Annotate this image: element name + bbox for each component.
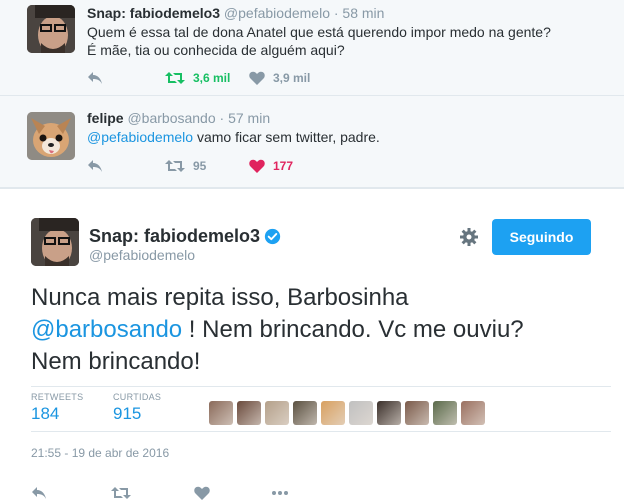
avatar[interactable] xyxy=(27,112,75,160)
mention-link[interactable]: @barbosando xyxy=(31,316,182,343)
main-tweet: Snap: fabiodemelo3 @pefabiodemelo Seguin… xyxy=(0,188,624,501)
retweet-icon xyxy=(165,160,185,172)
heart-icon xyxy=(194,486,210,500)
liker-avatar[interactable] xyxy=(321,401,345,425)
tweet-timestamp[interactable]: 21:55 - 19 de abr de 2016 xyxy=(31,446,169,460)
reply-icon xyxy=(88,160,102,172)
reply-icon xyxy=(32,487,46,499)
liker-avatar[interactable] xyxy=(377,401,401,425)
author-handle[interactable]: @barbosando xyxy=(127,110,215,126)
tweet-time[interactable]: · 57 min xyxy=(220,110,271,126)
retweets-label: RETWEETS xyxy=(31,392,84,402)
mention-link[interactable]: @pefabiodemelo xyxy=(87,129,193,145)
retweets-value: 184 xyxy=(31,404,60,423)
retweet-count: 3,6 mil xyxy=(193,71,231,85)
reply-button[interactable] xyxy=(87,156,103,176)
avatar-image xyxy=(31,218,79,266)
author-name[interactable]: Snap: fabiodemelo3 xyxy=(87,5,220,21)
liker-avatar[interactable] xyxy=(293,401,317,425)
tweet-text-line: Quem é essa tal de dona Anatel que está … xyxy=(87,24,551,40)
heart-icon xyxy=(249,159,265,173)
like-button[interactable]: 3,9 mil xyxy=(249,68,310,88)
tweet-header: felipe @barbosando · 57 min xyxy=(87,110,270,126)
heart-icon xyxy=(249,71,265,85)
liker-avatar[interactable] xyxy=(349,401,373,425)
avatar-image xyxy=(27,5,75,53)
retweet-button[interactable]: 3,6 mil xyxy=(165,68,230,88)
reply-icon xyxy=(88,72,102,84)
reply-button[interactable] xyxy=(87,68,103,88)
retweet-button[interactable]: 95 xyxy=(165,156,206,176)
likers-avatars xyxy=(209,401,485,425)
liker-avatar[interactable] xyxy=(237,401,261,425)
author-handle[interactable]: @pefabiodemelo xyxy=(224,5,330,21)
tweet-text-line: @barbosando ! Nem brincando. Vc me ouviu… xyxy=(31,314,611,346)
author-name[interactable]: Snap: fabiodemelo3 xyxy=(89,226,260,247)
tweet-text: @pefabiodemelo vamo ficar sem twitter, p… xyxy=(87,128,380,146)
author-name-row: Snap: fabiodemelo3 xyxy=(89,226,281,247)
author-name[interactable]: felipe xyxy=(87,110,124,126)
author-handle[interactable]: @pefabiodemelo xyxy=(89,247,195,263)
tweet-actions xyxy=(31,483,331,503)
reply-tweet-2[interactable]: felipe @barbosando · 57 min @pefabiodeme… xyxy=(0,96,624,188)
liker-avatar[interactable] xyxy=(405,401,429,425)
tweet-text-line: É mãe, tia ou conhecida de alguém aqui? xyxy=(87,42,345,58)
reply-button[interactable] xyxy=(31,483,47,503)
avatar[interactable] xyxy=(27,5,75,53)
liker-avatar[interactable] xyxy=(265,401,289,425)
retweet-count: 95 xyxy=(193,159,207,173)
tweet-header: Snap: fabiodemelo3 @pefabiodemelo · 58 m… xyxy=(87,5,384,21)
liker-avatar[interactable] xyxy=(461,401,485,425)
likes-value: 915 xyxy=(113,404,142,423)
tweet-text-rest: vamo ficar sem twitter, padre. xyxy=(193,129,380,145)
retweet-icon xyxy=(165,72,185,84)
liker-avatar[interactable] xyxy=(433,401,457,425)
tweet-text-line: Nem brincando! xyxy=(31,348,201,375)
tweet-text-line: Nunca mais repita isso, Barbosinha xyxy=(31,284,409,311)
tweet-actions: 95 177 xyxy=(87,156,387,176)
reply-tweet-1[interactable]: Snap: fabiodemelo3 @pefabiodemelo · 58 m… xyxy=(0,0,624,96)
like-button[interactable]: 177 xyxy=(249,156,293,176)
settings-button[interactable] xyxy=(459,227,479,252)
like-count: 3,9 mil xyxy=(273,71,311,85)
liker-avatar[interactable] xyxy=(209,401,233,425)
like-button[interactable] xyxy=(194,483,210,503)
tweet-stats: RETWEETS 184 CURTIDAS 915 xyxy=(31,386,611,432)
tweet-text: Quem é essa tal de dona Anatel que está … xyxy=(87,23,551,59)
tweet-actions: 3,6 mil 3,9 mil xyxy=(87,68,387,88)
retweet-button[interactable] xyxy=(111,483,131,503)
tweet-text: Nunca mais repita isso, Barbosinha @barb… xyxy=(31,282,611,378)
like-count: 177 xyxy=(273,159,294,173)
more-dots-icon xyxy=(272,491,288,495)
retweets-stat[interactable]: RETWEETS 184 xyxy=(31,392,83,424)
tweet-text-rest: ! Nem brincando. Vc me ouviu? xyxy=(182,316,524,343)
more-button[interactable] xyxy=(271,483,289,503)
gear-icon xyxy=(460,228,478,246)
avatar-image xyxy=(27,112,75,160)
likes-label: CURTIDAS xyxy=(113,392,162,402)
following-button[interactable]: Seguindo xyxy=(492,219,591,255)
retweet-icon xyxy=(111,487,131,499)
verified-badge-icon xyxy=(264,228,281,245)
tweet-time[interactable]: · 58 min xyxy=(334,5,385,21)
likes-stat[interactable]: CURTIDAS 915 xyxy=(113,392,161,424)
avatar[interactable] xyxy=(31,218,79,266)
